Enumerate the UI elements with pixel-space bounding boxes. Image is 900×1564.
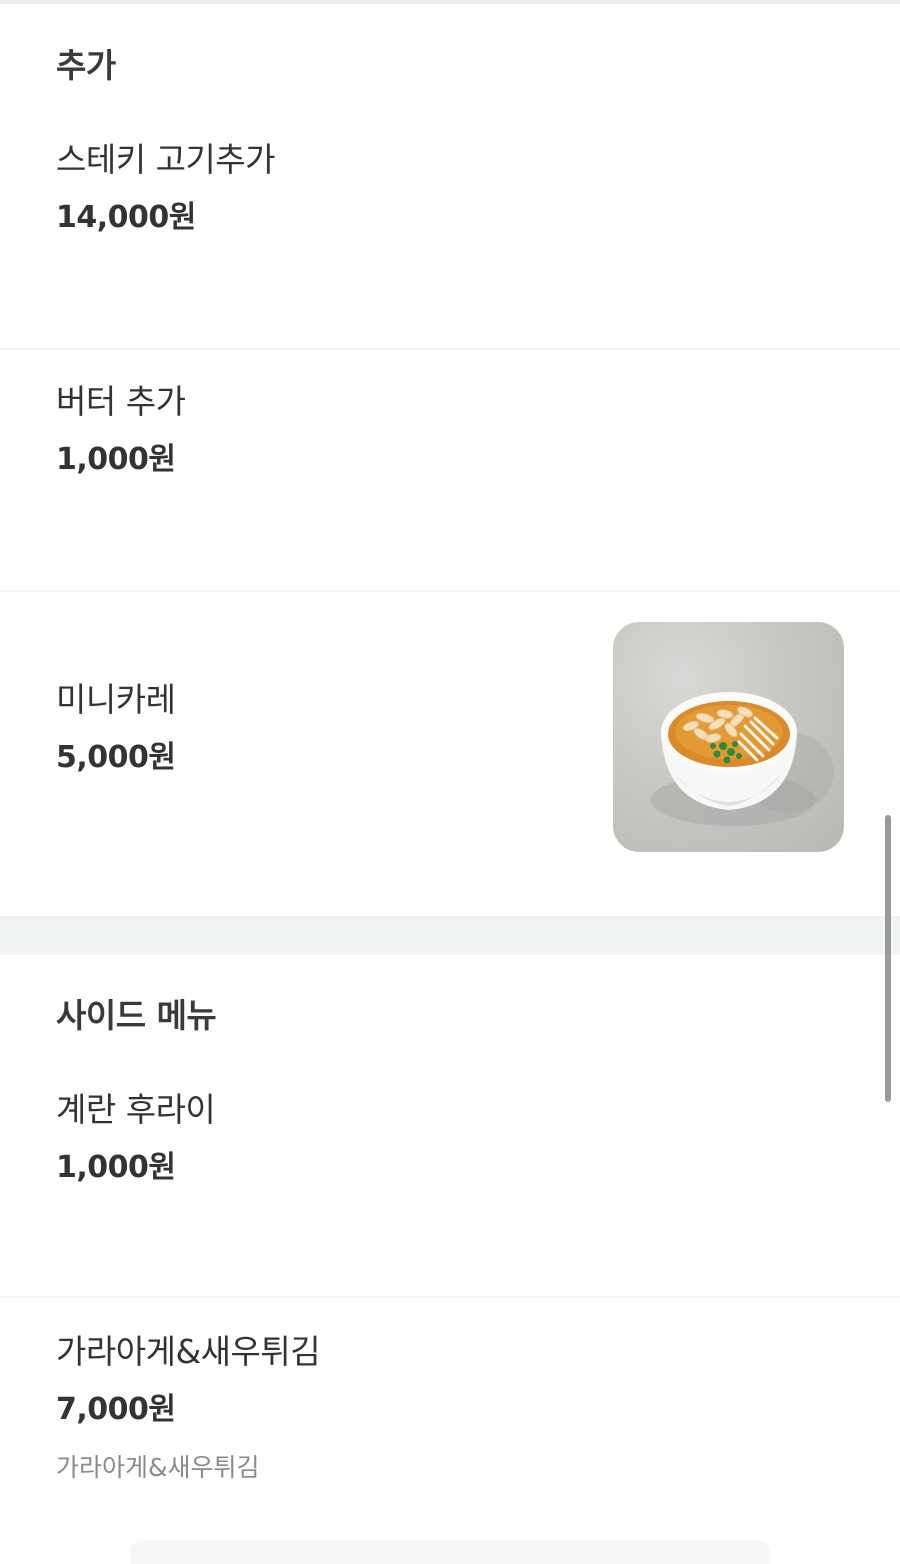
menu-item-name: 스테키 고기추가 (56, 140, 276, 179)
menu-item-price: 7,000원 (56, 1392, 176, 1427)
menu-item-name: 버터 추가 (56, 382, 186, 421)
section-title-side-menu: 사이드 메뉴 (56, 996, 217, 1035)
menu-item-name: 가라아게&새우튀김 (56, 1332, 321, 1371)
top-edge (0, 0, 900, 4)
menu-item-price: 1,000원 (56, 1150, 176, 1185)
bottom-overlay (130, 1540, 770, 1564)
menu-item-karaage-shrimp[interactable]: 가라아게&새우튀김 7,000원 가라아게&새우튀김 (0, 1298, 900, 1538)
scrollbar-thumb[interactable] (885, 815, 891, 1102)
menu-item-butter-extra[interactable]: 버터 추가 1,000원 (0, 350, 900, 590)
menu-item-steak-extra[interactable]: 스테키 고기추가 14,000원 (0, 130, 900, 348)
menu-item-fried-egg[interactable]: 계란 후라이 1,000원 (0, 1078, 900, 1296)
menu-item-price: 14,000원 (56, 200, 196, 235)
menu-item-description: 가라아게&새우튀김 (56, 1453, 260, 1482)
section-separator (0, 916, 900, 955)
menu-item-name: 미니카레 (56, 680, 176, 719)
curry-bowl-image (651, 692, 834, 826)
menu-item-name: 계란 후라이 (56, 1090, 216, 1129)
menu-item-price: 5,000원 (56, 740, 176, 775)
mini-curry-thumbnail[interactable] (613, 622, 844, 852)
section-title-add: 추가 (56, 46, 116, 85)
menu-item-price: 1,000원 (56, 442, 176, 477)
